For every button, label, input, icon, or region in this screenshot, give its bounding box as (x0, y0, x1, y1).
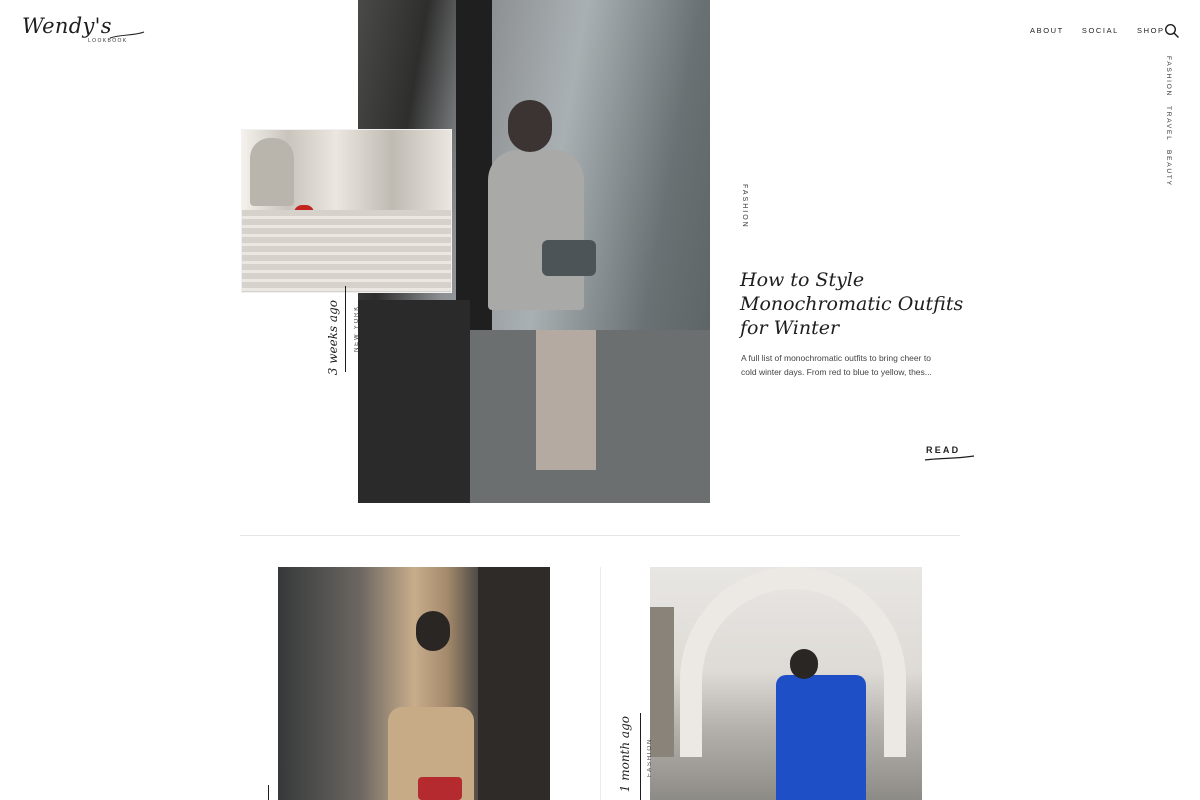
read-underline-swash (924, 455, 975, 461)
post-card-category-2[interactable]: FASHION (647, 738, 653, 777)
side-cat-fashion[interactable]: FASHION (1165, 56, 1172, 97)
side-cat-travel[interactable]: TRAVEL (1165, 106, 1172, 142)
logo-subtitle: LOOKBOOK (88, 38, 128, 44)
read-button[interactable]: READ (926, 445, 960, 455)
featured-inset-photo[interactable] (241, 129, 452, 293)
logo-script: Wendy's (22, 14, 112, 38)
search-button[interactable] (1164, 23, 1180, 39)
nav-shop[interactable]: SHOP (1137, 26, 1165, 35)
site-logo[interactable]: Wendy's LOOKBOOK (22, 14, 146, 48)
featured-meta-rule (345, 286, 346, 372)
featured-post-location: NEW YORK (354, 305, 360, 352)
post-card-photo-2[interactable] (650, 567, 922, 800)
post-card-2-subject (776, 675, 866, 800)
side-cat-beauty[interactable]: BEAUTY (1165, 150, 1172, 187)
nav-social[interactable]: SOCIAL (1082, 26, 1119, 35)
section-divider (240, 535, 960, 536)
featured-title[interactable]: How to Style Monochromatic Outfits for W… (740, 268, 970, 340)
top-nav: ABOUT SOCIAL SHOP (1030, 26, 1165, 35)
featured-excerpt: A full list of monochromatic outfits to … (741, 353, 932, 377)
column-divider (600, 567, 601, 800)
post-card-rule-1 (268, 785, 269, 800)
nav-about[interactable]: ABOUT (1030, 26, 1064, 35)
post-card-date-2: 1 month ago (618, 716, 632, 793)
post-card-photo-1[interactable] (278, 567, 550, 800)
featured-post-date: 3 weeks ago (326, 300, 340, 376)
featured-category[interactable]: FASHION (741, 184, 748, 229)
post-card-rule-2 (640, 713, 641, 800)
search-icon (1164, 23, 1180, 39)
